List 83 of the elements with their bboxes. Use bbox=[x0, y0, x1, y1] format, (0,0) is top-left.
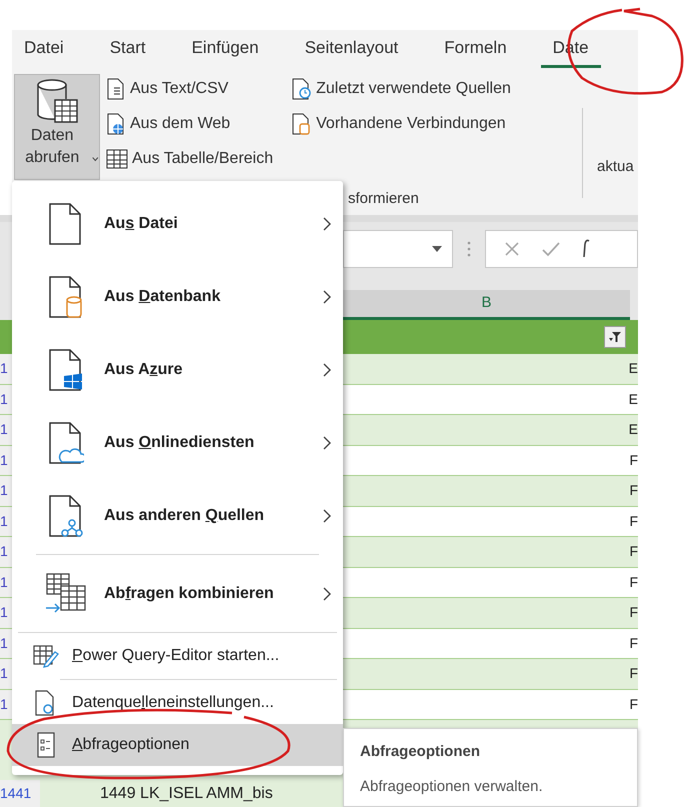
table-cell-text: F bbox=[629, 572, 638, 592]
menu-item-label: Aus Onlinediensten bbox=[104, 432, 254, 452]
document-clock-icon bbox=[291, 78, 314, 100]
menu-item-label: Abfragen kombinieren bbox=[104, 584, 274, 604]
document-text-icon bbox=[106, 78, 126, 100]
table-cell-text: F bbox=[629, 542, 638, 562]
column-header[interactable]: B bbox=[343, 290, 630, 320]
ribbon-tab[interactable]: Formeln bbox=[432, 30, 519, 68]
get-data-button[interactable]: Daten abrufen bbox=[14, 74, 100, 180]
row-number: 1 bbox=[0, 537, 12, 566]
row-number: 1441 bbox=[0, 780, 40, 807]
menu-item-label: Abfrageoptionen bbox=[72, 735, 190, 755]
database-table-icon bbox=[35, 79, 79, 125]
check-icon[interactable] bbox=[542, 240, 560, 256]
document-globe-icon bbox=[106, 113, 126, 135]
row-number: 1 bbox=[0, 659, 12, 688]
row-number: 1 bbox=[0, 598, 12, 628]
table-cell-text: F bbox=[629, 512, 638, 531]
table-icon bbox=[106, 149, 128, 169]
table-cell-text: F bbox=[629, 450, 638, 470]
document-icon bbox=[48, 202, 84, 246]
menu-item[interactable]: Aus Datei bbox=[12, 187, 343, 260]
ribbon-tab[interactable]: Start bbox=[98, 30, 158, 68]
dropdown-caret-icon bbox=[432, 246, 442, 252]
menu-item[interactable]: Abfragen kombinieren bbox=[12, 557, 343, 630]
menu-item-label: Aus Azure bbox=[104, 360, 183, 380]
options-list-icon bbox=[36, 732, 56, 758]
document-database-icon bbox=[48, 274, 84, 318]
group-label: sformieren bbox=[348, 189, 419, 209]
row-number: 1 bbox=[0, 690, 12, 719]
row-number: 1 bbox=[0, 415, 12, 444]
table-cell-text: F bbox=[629, 694, 638, 714]
table-cell-text: E bbox=[628, 420, 638, 440]
ribbon-tab[interactable]: Seitenlayout bbox=[292, 30, 410, 68]
table-cell-text: F bbox=[629, 634, 638, 653]
ribbon-command[interactable]: Aus dem Web bbox=[106, 111, 274, 137]
menu-item-label: Aus Datei bbox=[104, 214, 178, 234]
document-network-icon bbox=[48, 494, 84, 538]
row-number: 1 bbox=[0, 628, 12, 658]
menu-item[interactable]: Abfrageoptionen bbox=[12, 724, 343, 766]
row-number: 1 bbox=[0, 354, 12, 384]
tooltip-description: Abfrageoptionen verwalten. bbox=[360, 776, 544, 796]
drag-handle-icon bbox=[467, 240, 471, 256]
menu-item-label: Power Query-Editor starten... bbox=[72, 646, 280, 666]
menu-item[interactable]: Power Query-Editor starten... bbox=[12, 635, 343, 677]
ribbon-command[interactable]: Aus Text/CSV bbox=[106, 76, 274, 102]
table-cell-text: E bbox=[628, 359, 638, 378]
menu-item-label: Aus anderen Quellen bbox=[104, 506, 264, 526]
document-cloud-icon bbox=[48, 420, 84, 464]
ribbon-command[interactable]: Zuletzt verwendete Quellen bbox=[291, 76, 511, 102]
combine-tables-icon bbox=[44, 572, 88, 616]
ribbon-command[interactable]: Vorhandene Verbindungen bbox=[291, 111, 511, 137]
menu-item-label: Datenquelleneinstellungen... bbox=[72, 693, 274, 713]
row-number: 1 bbox=[0, 506, 12, 536]
row-number: 1 bbox=[0, 568, 12, 597]
menu-item[interactable]: Aus Azure bbox=[12, 333, 343, 406]
ribbon-command[interactable]: aktua bbox=[597, 156, 634, 178]
filter-icon bbox=[608, 331, 622, 343]
menu-item[interactable]: Aus anderen Quellen bbox=[12, 479, 343, 552]
row-number: 1 bbox=[0, 476, 12, 506]
ribbon-command[interactable]: Aus Tabelle/Bereich bbox=[106, 146, 274, 172]
formula-field[interactable] bbox=[485, 230, 638, 268]
tooltip-title: Abfrageoptionen bbox=[360, 742, 481, 762]
document-windows-icon bbox=[48, 348, 84, 392]
close-icon[interactable] bbox=[504, 240, 520, 256]
table-cell-text: F bbox=[629, 603, 638, 622]
ribbon-tab[interactable]: Datei bbox=[12, 30, 76, 68]
function-icon[interactable] bbox=[582, 238, 590, 258]
menu-item[interactable]: Aus Onlinediensten bbox=[12, 406, 343, 479]
table-cell-text: 1449 LK_ISEL AMM_bis bbox=[100, 784, 273, 804]
table-edit-icon bbox=[33, 644, 59, 668]
row-number: 1 bbox=[0, 384, 12, 414]
row-number: 1 bbox=[0, 446, 12, 475]
filter-button[interactable] bbox=[604, 326, 626, 348]
ribbon-tab[interactable]: Einfügen bbox=[180, 30, 271, 68]
table-cell-text: F bbox=[629, 481, 638, 500]
menu-item-label: Aus Datenbank bbox=[104, 286, 220, 306]
table-cell-text: E bbox=[628, 390, 638, 409]
chevron-down-icon bbox=[92, 156, 99, 162]
table-cell-text: F bbox=[629, 664, 638, 684]
name-box[interactable] bbox=[343, 230, 453, 268]
menu-item[interactable]: Aus Datenbank bbox=[12, 260, 343, 333]
menu-item[interactable]: Datenquelleneinstellungen... bbox=[12, 682, 343, 724]
